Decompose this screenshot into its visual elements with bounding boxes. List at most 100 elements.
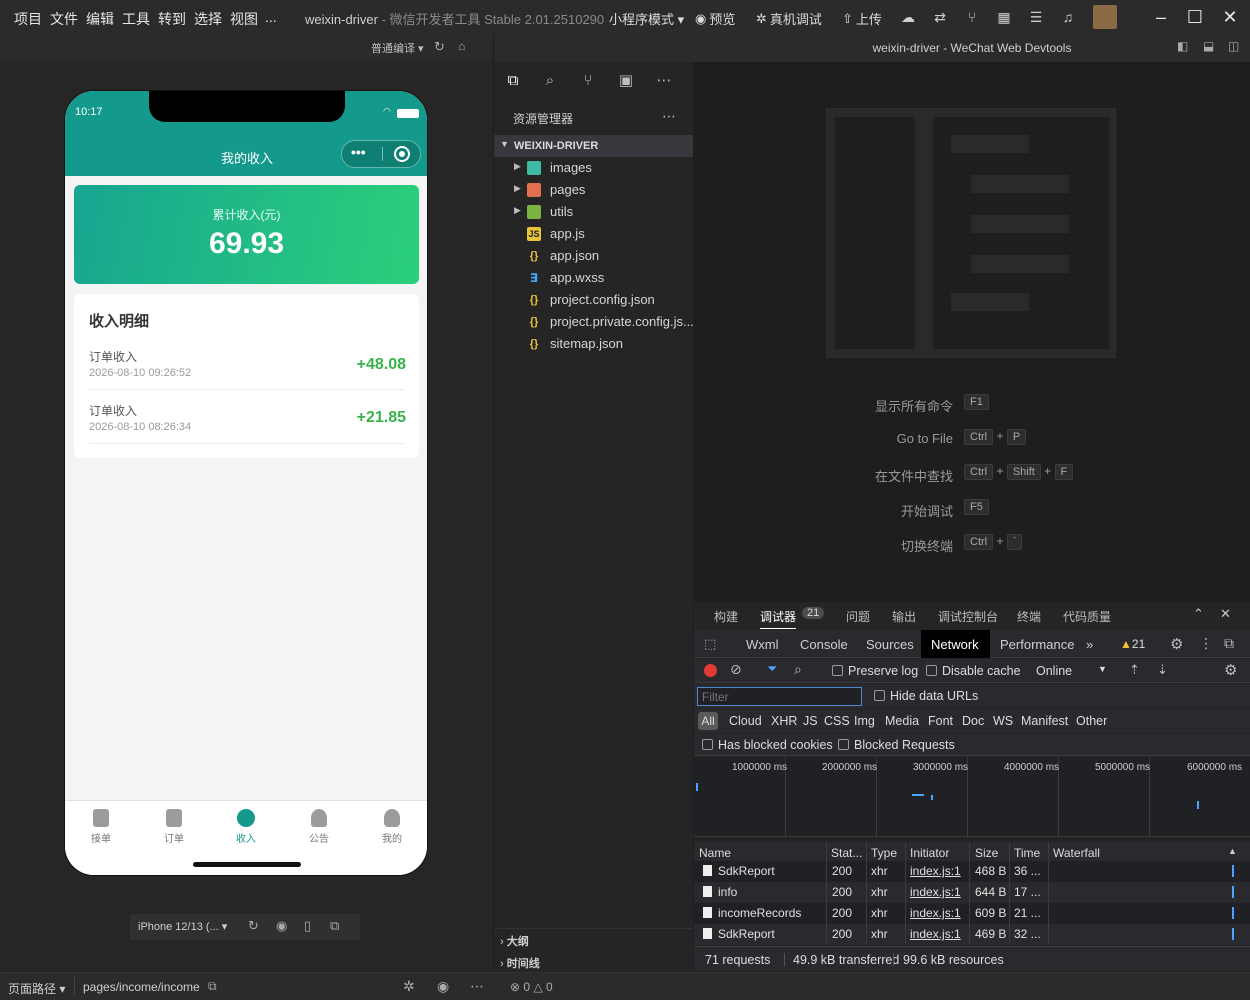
command-find-in-files[interactable]: 在文件中查找 Ctrl + Shift + F <box>694 464 1250 484</box>
tab-build[interactable]: 构建 <box>714 608 738 625</box>
tree-item-app-wxss[interactable]: ∃ app.wxss <box>494 267 693 289</box>
initiator-link[interactable]: index.js:1 <box>910 885 961 899</box>
source-control-icon[interactable]: ⑂ <box>579 72 597 90</box>
tab-notice[interactable]: 公告 <box>294 809 344 845</box>
type-all[interactable]: All <box>698 712 718 730</box>
tree-item-pages[interactable]: ▶ pages <box>494 179 693 201</box>
tab-terminal[interactable]: 终端 <box>1017 608 1041 625</box>
tab-debugger[interactable]: 调试器 <box>760 608 797 629</box>
hide-data-urls-checkbox[interactable]: Hide data URLs <box>874 689 978 703</box>
compile-mode-dropdown[interactable]: 普通编译 ▾ <box>371 40 424 56</box>
menu-select[interactable]: 选择 <box>194 9 222 29</box>
menu-icon[interactable]: ☰ <box>1027 8 1045 26</box>
cloud-icon[interactable]: ☁ <box>899 8 917 26</box>
tab-network-active[interactable]: Network <box>921 630 990 658</box>
col-waterfall[interactable]: Waterfall <box>1053 846 1100 860</box>
tab-code-quality[interactable]: 代码质量 <box>1063 608 1111 625</box>
type-cloud[interactable]: Cloud <box>729 714 762 728</box>
warning-count[interactable]: ▲21 <box>1120 637 1145 651</box>
tab-debug-console[interactable]: 调试控制台 <box>938 608 998 625</box>
col-size[interactable]: Size <box>975 846 998 860</box>
search-icon[interactable]: ⌕ <box>794 661 802 678</box>
page-path-dropdown[interactable]: 页面路径 ▾ <box>8 980 65 997</box>
type-xhr[interactable]: XHR <box>771 714 797 728</box>
debug-icon[interactable]: ✲ <box>403 978 415 995</box>
tree-item-utils[interactable]: ▶ utils <box>494 201 693 223</box>
minimize-icon[interactable]: – <box>1150 6 1172 28</box>
tree-item-project-private-config[interactable]: {} project.private.config.js... <box>494 311 694 333</box>
table-row[interactable]: info 200 xhr index.js:1 644 B 17 ... <box>694 882 1250 903</box>
more-icon[interactable]: ⋯ <box>470 978 484 995</box>
more-icon[interactable]: ⋯ <box>655 72 673 90</box>
outline-section[interactable]: › 大纲 <box>500 933 529 949</box>
mode-dropdown[interactable]: 小程序模式 ▾ <box>609 9 684 28</box>
tree-item-sitemap[interactable]: {} sitemap.json <box>494 333 693 355</box>
toggle-panel-icon[interactable]: ⬓ <box>1203 39 1214 53</box>
rotate-icon[interactable]: ↻ <box>248 918 259 934</box>
network-timeline-overview[interactable]: 1000000 ms 2000000 ms 3000000 ms 4000000… <box>694 757 1250 837</box>
col-initiator[interactable]: Initiator <box>910 846 949 860</box>
table-row[interactable]: SdkReport 200 xhr index.js:1 468 B 36 ..… <box>694 861 1250 882</box>
eye-icon[interactable]: ◉ <box>437 978 449 995</box>
menu-edit[interactable]: 编辑 <box>86 9 114 29</box>
layout-icon[interactable]: ▦ <box>995 8 1013 26</box>
sort-up-icon[interactable]: ▲ <box>1228 846 1237 856</box>
import-har-icon[interactable]: ⇡ <box>1129 662 1140 678</box>
settings-icon[interactable]: ⚙ <box>1170 635 1183 653</box>
undock-icon[interactable]: ⧉ <box>1224 635 1234 652</box>
has-blocked-cookies-checkbox[interactable]: Has blocked cookies <box>702 738 833 752</box>
close-icon[interactable]: ✕ <box>1219 6 1241 28</box>
command-go-to-file[interactable]: Go to File Ctrl + P <box>694 429 1250 449</box>
type-other[interactable]: Other <box>1076 714 1107 728</box>
type-font[interactable]: Font <box>928 714 953 728</box>
tab-accept-order[interactable]: 接单 <box>76 809 126 845</box>
type-manifest[interactable]: Manifest <box>1021 714 1068 728</box>
tab-mine[interactable]: 我的 <box>367 809 417 845</box>
avatar[interactable] <box>1093 5 1117 29</box>
network-settings-icon[interactable]: ⚙ <box>1224 661 1237 679</box>
swap-icon[interactable]: ⇄ <box>931 8 949 26</box>
maximize-icon[interactable]: ☐ <box>1184 6 1206 28</box>
menu-more[interactable]: ... <box>265 9 277 25</box>
type-img[interactable]: Img <box>854 714 875 728</box>
tab-sources[interactable]: Sources <box>866 637 914 652</box>
menu-tools[interactable]: 工具 <box>122 9 150 29</box>
command-show-all[interactable]: 显示所有命令 F1 <box>694 394 1250 414</box>
explorer-more-icon[interactable]: ⋯ <box>662 108 676 125</box>
type-js[interactable]: JS <box>803 714 818 728</box>
more-tabs-icon[interactable]: » <box>1086 637 1093 652</box>
tree-item-project-config[interactable]: {} project.config.json <box>494 289 693 311</box>
bell-icon[interactable]: ♫ <box>1059 8 1077 26</box>
tab-orders[interactable]: 订单 <box>149 809 199 845</box>
tree-item-images[interactable]: ▶ images <box>494 157 693 179</box>
real-debug-button[interactable]: ✲ 真机调试 <box>756 9 822 28</box>
menu-file[interactable]: 文件 <box>50 9 78 29</box>
window-icon[interactable]: ⧉ <box>330 918 339 934</box>
initiator-link[interactable]: index.js:1 <box>910 864 961 878</box>
search-icon[interactable]: ⌕ <box>541 72 559 90</box>
close-panel-icon[interactable]: ✕ <box>1220 606 1231 622</box>
blocked-requests-checkbox[interactable]: Blocked Requests <box>838 738 955 752</box>
device-icon[interactable]: ▯ <box>304 918 311 934</box>
command-toggle-terminal[interactable]: 切换终端 Ctrl + ` <box>694 534 1250 554</box>
type-media[interactable]: Media <box>885 714 919 728</box>
kebab-icon[interactable]: ⋮ <box>1199 635 1213 652</box>
menu-view[interactable]: 视图 <box>230 9 258 29</box>
extensions-icon[interactable]: ▣ <box>617 72 635 90</box>
type-css[interactable]: CSS <box>824 714 850 728</box>
record-stop-icon[interactable] <box>704 664 717 677</box>
copy-icon[interactable]: ⧉ <box>208 979 217 994</box>
menu-project[interactable]: 项目 <box>14 9 42 29</box>
explorer-root[interactable]: ▼ WEIXIN-DRIVER <box>494 135 693 157</box>
filter-icon[interactable]: ⏷ <box>767 661 777 677</box>
preview-button[interactable]: ◉ 预览 <box>695 9 735 28</box>
table-row[interactable]: SdkReport 200 xhr index.js:1 469 B 32 ..… <box>694 924 1250 945</box>
col-type[interactable]: Type <box>871 846 897 860</box>
tab-output[interactable]: 输出 <box>892 608 916 625</box>
menu-goto[interactable]: 转到 <box>158 9 186 29</box>
type-ws[interactable]: WS <box>993 714 1013 728</box>
chevron-up-icon[interactable]: ⌃ <box>1193 606 1204 622</box>
more-icon[interactable]: ••• <box>351 144 366 160</box>
preserve-log-checkbox[interactable]: Preserve log <box>832 664 918 678</box>
initiator-link[interactable]: index.js:1 <box>910 906 961 920</box>
